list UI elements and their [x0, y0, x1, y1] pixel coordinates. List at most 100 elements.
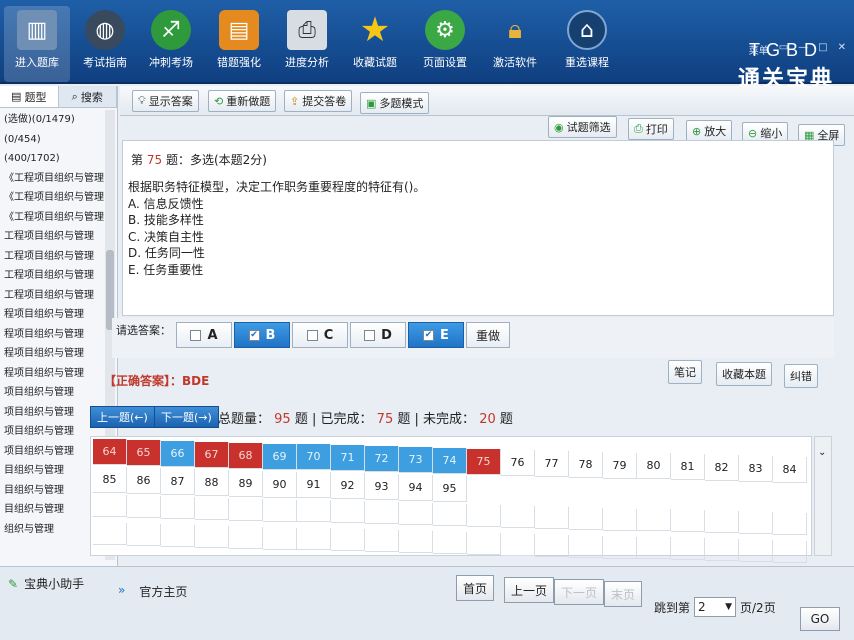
question-cell[interactable]: 64 — [93, 439, 127, 465]
question-cell[interactable]: 88 — [195, 470, 229, 496]
reset-answer-button[interactable]: 重做 — [466, 322, 510, 348]
question-cell[interactable]: 84 — [773, 457, 807, 483]
question-cell[interactable]: 77 — [535, 451, 569, 477]
toolbar-wrong-questions[interactable]: ▤ 错题强化 — [206, 6, 272, 82]
question-cell[interactable]: 69 — [263, 444, 297, 470]
multi-mode-button[interactable]: ▣ 多题模式 — [360, 92, 430, 114]
sidebar-item[interactable]: 目组织与管理 — [4, 500, 100, 520]
sidebar-item[interactable]: 程项目组织与管理 — [4, 344, 100, 364]
toolbar-progress[interactable]: ⎙ 进度分析 — [274, 6, 340, 82]
prev-page-button[interactable]: 上一页 — [504, 577, 555, 603]
sidebar-item[interactable]: 程项目组织与管理 — [4, 364, 100, 384]
toolbar-sprint-exam[interactable]: ♐ 冲刺考场 — [138, 6, 204, 82]
sidebar-item[interactable]: 目组织与管理 — [4, 481, 100, 501]
question-cell[interactable]: 66 — [161, 441, 195, 467]
question-cell[interactable]: 75 — [467, 449, 501, 475]
prev-question-button[interactable]: 上一题(←) — [90, 406, 155, 428]
tab-question-type[interactable]: ▤ 题型 — [0, 86, 59, 107]
question-cell[interactable]: 70 — [297, 444, 331, 470]
go-button[interactable]: GO — [800, 607, 840, 631]
question-cell[interactable]: 80 — [637, 453, 671, 479]
option-d: D. 任务同一性 — [128, 246, 205, 260]
show-answer-button[interactable]: 💡︎ 显示答案 — [132, 90, 199, 112]
sidebar-item[interactable]: 程项目组织与管理 — [4, 325, 100, 345]
question-cell[interactable]: 93 — [365, 474, 399, 500]
sidebar-item[interactable]: 工程项目组织与管理 — [4, 227, 100, 247]
first-page-button[interactable]: 首页 — [456, 575, 495, 601]
question-cell[interactable]: 72 — [365, 446, 399, 472]
answer-choice-d[interactable]: D — [350, 322, 406, 348]
note-button[interactable]: 笔记 — [668, 360, 702, 384]
toolbar-activate[interactable]: 🔒︎ 激活软件 — [482, 6, 548, 82]
submit-button[interactable]: ⇪ 提交答卷 — [284, 90, 353, 112]
sidebar-item[interactable]: 工程项目组织与管理 — [4, 286, 100, 306]
question-cell[interactable]: 68 — [229, 443, 263, 469]
question-cell[interactable]: 67 — [195, 442, 229, 468]
filter-button[interactable]: ◉ 试题筛选 — [548, 116, 617, 138]
question-cell[interactable]: 73 — [399, 447, 433, 473]
tab-search[interactable]: ⌕ 搜索 — [58, 86, 117, 107]
question-cell[interactable]: 95 — [433, 476, 467, 502]
sidebar-item[interactable]: (选做)(0/1479) — [4, 110, 100, 130]
question-cell[interactable]: 76 — [501, 450, 535, 476]
question-cell[interactable]: 81 — [671, 454, 705, 480]
question-cell[interactable]: 87 — [161, 469, 195, 495]
sidebar-item[interactable]: 项目组织与管理 — [4, 442, 100, 462]
sidebar-item[interactable]: 组织与管理 — [4, 520, 100, 540]
sidebar-item[interactable]: 《工程项目组织与管理 — [4, 169, 104, 189]
redo-button[interactable]: ⟲ 重新做题 — [208, 90, 277, 112]
empty-cell — [671, 538, 705, 560]
question-cell[interactable]: 92 — [331, 473, 365, 499]
toolbar-exam-guide[interactable]: ◍ 考试指南 — [72, 6, 138, 82]
chevron-down-icon[interactable]: ⌄ — [818, 447, 826, 458]
question-cell[interactable]: 78 — [569, 452, 603, 478]
grid-scrollbar[interactable]: ⌄ — [814, 436, 832, 556]
close-icon[interactable]: ✕ — [838, 42, 846, 57]
sidebar-item[interactable]: 《工程项目组织与管理 — [4, 188, 104, 208]
answer-choice-b[interactable]: ✔ B — [234, 322, 290, 348]
sidebar-item[interactable]: (0/454) — [4, 130, 100, 150]
last-page-button[interactable]: 末页 — [604, 581, 643, 607]
sidebar-item[interactable]: 工程项目组织与管理 — [4, 247, 100, 267]
answer-choice-a[interactable]: A — [176, 322, 232, 348]
official-home-link[interactable]: » 官方主页 — [118, 583, 187, 600]
question-cell[interactable]: 65 — [127, 440, 161, 466]
helper-link[interactable]: ✎ 宝典小助手 — [8, 575, 84, 592]
toolbar-question-bank[interactable]: ▥ 进入题库 — [4, 6, 70, 82]
toolbar-page-settings[interactable]: ⚙ 页面设置 — [412, 6, 478, 82]
page-jump: 跳到第 2 ▼ 页/2页 — [654, 597, 776, 617]
empty-cell — [365, 502, 399, 524]
answer-choice-e[interactable]: ✔ E — [408, 322, 464, 348]
next-question-button[interactable]: 下一题(→) — [154, 406, 219, 428]
question-cell[interactable]: 83 — [739, 456, 773, 482]
sidebar-item[interactable]: 目组织与管理 — [4, 461, 100, 481]
empty-cell — [365, 530, 399, 552]
next-page-button[interactable]: 下一页 — [554, 579, 605, 605]
report-error-button[interactable]: 纠错 — [784, 364, 818, 388]
zoom-in-button[interactable]: ⊕ 放大 — [686, 120, 733, 142]
empty-cell — [93, 523, 127, 545]
question-cell[interactable]: 85 — [93, 467, 127, 493]
question-cell[interactable]: 91 — [297, 472, 331, 498]
question-cell[interactable]: 82 — [705, 455, 739, 481]
question-cell[interactable]: 89 — [229, 471, 263, 497]
question-cell[interactable]: 74 — [433, 448, 467, 474]
question-cell[interactable]: 94 — [399, 475, 433, 501]
question-cell[interactable]: 79 — [603, 453, 637, 479]
print-button[interactable]: ⎙ 打印 — [628, 118, 674, 140]
question-cell[interactable]: 86 — [127, 468, 161, 494]
collect-question-button[interactable]: 收藏本题 — [716, 362, 772, 386]
sidebar-item[interactable]: (400/1702) — [4, 149, 100, 169]
answer-choice-c[interactable]: C — [292, 322, 348, 348]
toolbar-reselect-course[interactable]: ⌂ 重选课程 — [554, 6, 620, 82]
sidebar-item[interactable]: 项目组织与管理 — [4, 383, 100, 403]
page-select[interactable]: 2 ▼ — [694, 597, 737, 617]
question-cell[interactable]: 90 — [263, 472, 297, 498]
sidebar-item[interactable]: 项目组织与管理 — [4, 422, 100, 442]
sidebar-item[interactable]: 项目组织与管理 — [4, 403, 100, 423]
sidebar-item[interactable]: 《工程项目组织与管理 — [4, 208, 104, 228]
sidebar-item[interactable]: 程项目组织与管理 — [4, 305, 100, 325]
toolbar-favorites[interactable]: ★ 收藏试题 — [342, 6, 408, 82]
question-cell[interactable]: 71 — [331, 445, 365, 471]
sidebar-item[interactable]: 工程项目组织与管理 — [4, 266, 100, 286]
